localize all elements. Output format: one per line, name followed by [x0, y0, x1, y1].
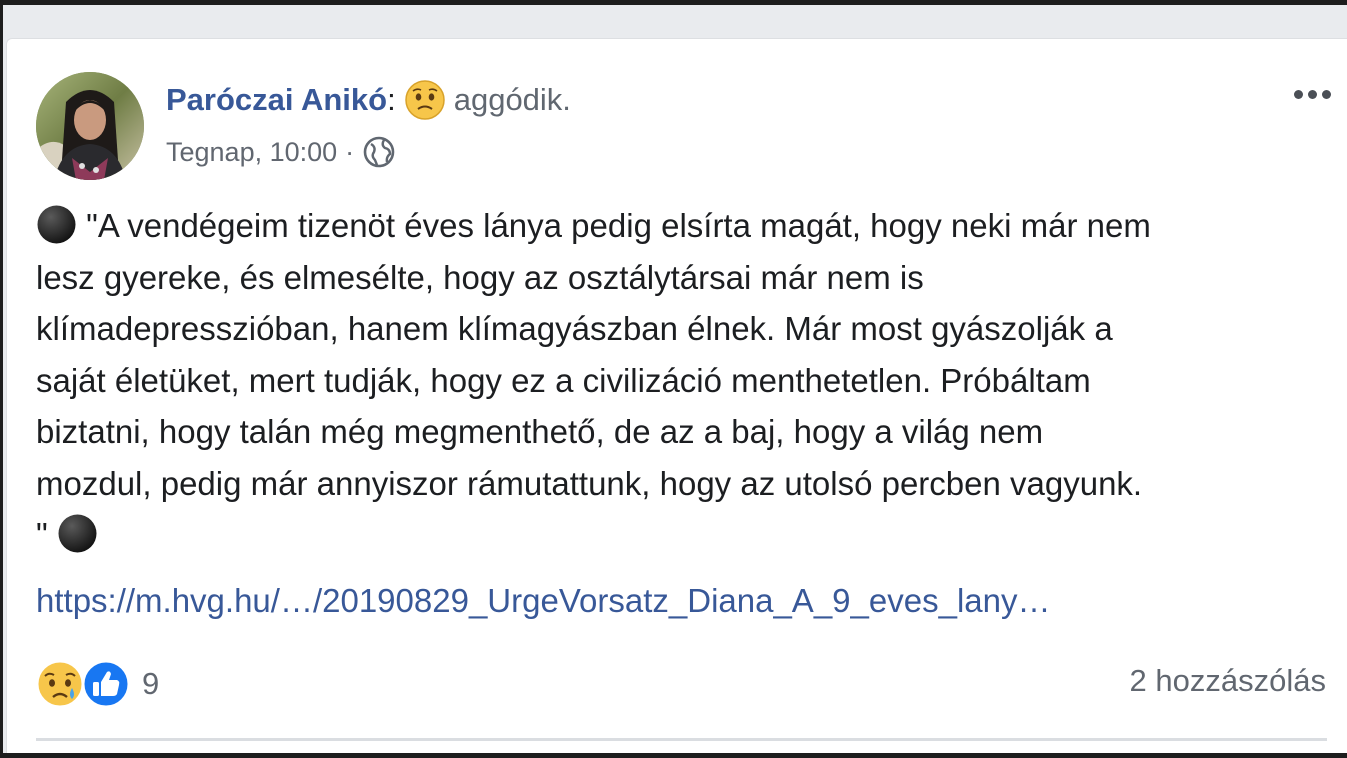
window-frame-bottom: [0, 753, 1347, 758]
post-text-line: biztatni, hogy talán még megmenthető, de…: [36, 413, 1044, 450]
post-timestamp[interactable]: Tegnap, 10:00: [166, 137, 337, 168]
worried-face-icon: [404, 80, 445, 120]
post-meta: Tegnap, 10:00 ·: [166, 134, 396, 170]
post-text-line: klímadepresszióban, hanem klímagyászban …: [36, 310, 1113, 347]
more-options-icon[interactable]: [1288, 80, 1336, 108]
meta-separator: ·: [345, 136, 355, 167]
reaction-count: 9: [142, 666, 160, 701]
post-text-tail: ": [36, 516, 48, 553]
feeling-label[interactable]: aggódik.: [454, 82, 571, 118]
footer-divider: [36, 738, 1327, 741]
black-circle-icon: [58, 514, 97, 553]
post-text-line: mozdul, pedig már annyiszor rámutattunk,…: [36, 464, 1143, 502]
author-colon: :: [387, 82, 396, 117]
black-circle-icon: [37, 205, 76, 244]
window-frame-left: [0, 0, 3, 758]
more-dot: [1307, 89, 1317, 99]
post-text-line: lesz gyereke, és elmesélte, hogy az oszt…: [36, 258, 924, 296]
avatar[interactable]: [36, 72, 144, 180]
globe-icon[interactable]: [362, 135, 396, 169]
window-frame-top: [0, 0, 1347, 5]
sad-reaction-icon: [35, 659, 85, 709]
post-text-line: saját életüket, mert tudják, hogy ez a c…: [36, 361, 1091, 399]
post-text-line: "A vendégeim tizenöt éves lánya pedig el…: [86, 207, 1151, 244]
author-name[interactable]: Paróczai Anikó: [166, 82, 387, 118]
post-link[interactable]: https://m.hvg.hu/…/20190829_UrgeVorsatz_…: [36, 582, 1050, 620]
comment-count[interactable]: 2 hozzászólás: [1130, 663, 1326, 699]
avatar-image: [36, 72, 144, 180]
post-body: "A vendégeim tizenöt éves lánya pedig el…: [36, 200, 1336, 561]
reaction-summary[interactable]: 9: [34, 656, 159, 712]
post-header: Paróczai Anikó : aggódik.: [166, 78, 571, 122]
more-dot: [1321, 89, 1331, 99]
more-dot: [1293, 89, 1303, 99]
like-reaction-icon: [81, 659, 131, 709]
